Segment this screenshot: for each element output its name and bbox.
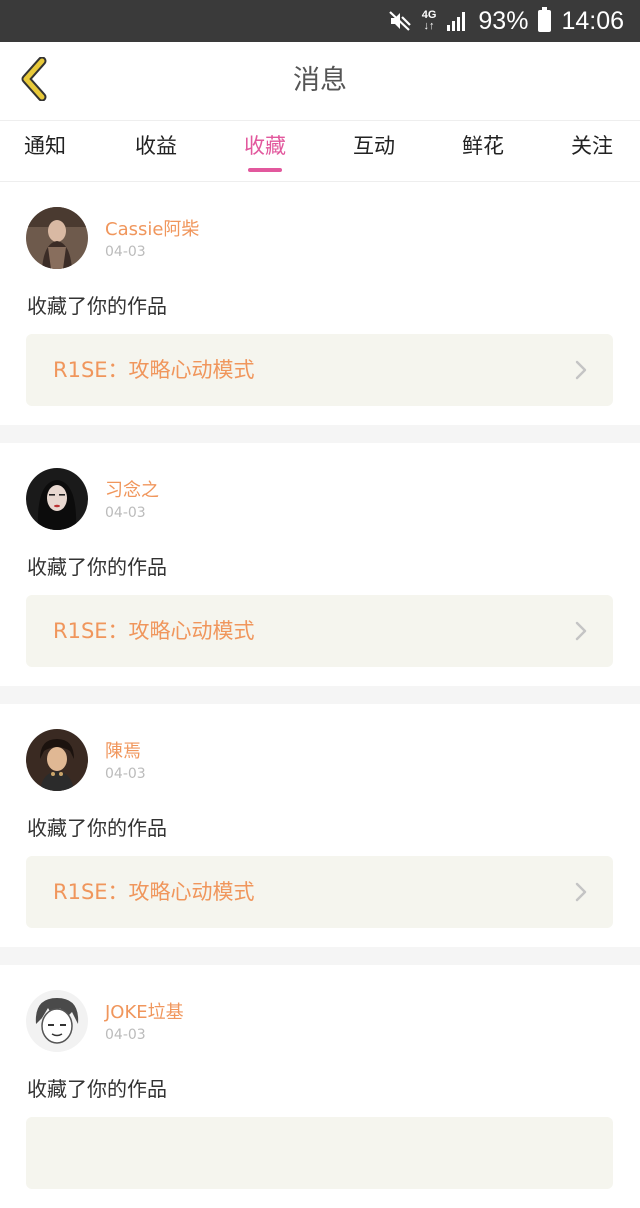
mute-icon (388, 9, 412, 33)
avatar[interactable] (26, 729, 88, 791)
work-title: R1SE：攻略心动模式 (53, 358, 255, 382)
chevron-left-icon (18, 56, 50, 105)
work-title: R1SE：攻略心动模式 (53, 880, 255, 904)
page-title: 消息 (293, 65, 347, 96)
avatar[interactable] (26, 990, 88, 1052)
timestamp: 04-03 (105, 766, 146, 782)
action-text: 收藏了你的作品 (27, 294, 167, 318)
action-text: 收藏了你的作品 (27, 1077, 167, 1101)
work-link-card[interactable]: R1SE：攻略心动模式 (26, 334, 613, 406)
message-list: Cassie阿柴 04-03 收藏了你的作品 R1SE：攻略心动模式 习念之 0… (0, 182, 640, 1208)
work-title: R1SE：攻略心动模式 (53, 619, 255, 643)
timestamp: 04-03 (105, 505, 146, 521)
action-text: 收藏了你的作品 (27, 816, 167, 840)
divider (0, 425, 640, 443)
list-item: Cassie阿柴 04-03 收藏了你的作品 R1SE：攻略心动模式 (0, 182, 640, 425)
tab-label: 鲜花 (462, 134, 504, 158)
timestamp: 04-03 (105, 1027, 146, 1043)
battery-percent: 93% (478, 6, 529, 35)
header: 消息 (0, 42, 640, 121)
username[interactable]: Cassie阿柴 (105, 215, 199, 241)
avatar[interactable] (26, 468, 88, 530)
tab-interactions[interactable]: 互动 (353, 121, 395, 181)
work-link-card[interactable]: R1SE：攻略心动模式 (26, 856, 613, 928)
work-link-card[interactable] (26, 1117, 613, 1189)
list-item: 陳焉 04-03 收藏了你的作品 R1SE：攻略心动模式 (0, 704, 640, 947)
status-bar: 4G ↓↑ 93% 14:06 (0, 0, 640, 42)
clock: 14:06 (561, 6, 624, 35)
chevron-right-icon (575, 360, 587, 380)
timestamp: 04-03 (105, 244, 146, 260)
tab-label: 互动 (353, 134, 395, 158)
divider (0, 686, 640, 704)
action-text: 收藏了你的作品 (27, 555, 167, 579)
tab-flowers[interactable]: 鲜花 (462, 121, 504, 181)
tab-label: 收藏 (244, 134, 286, 158)
tab-label: 关注 (571, 134, 613, 158)
chevron-right-icon (575, 882, 587, 902)
tab-label: 通知 (24, 134, 66, 158)
signal-icon (446, 10, 468, 32)
username[interactable]: JOKE垃基 (105, 998, 184, 1024)
chevron-right-icon (575, 621, 587, 641)
list-item: JOKE垃基 04-03 收藏了你的作品 (0, 965, 640, 1208)
username[interactable]: 陳焉 (105, 737, 141, 763)
back-button[interactable] (12, 56, 56, 106)
battery-icon (538, 7, 552, 32)
tab-notifications[interactable]: 通知 (24, 121, 66, 181)
tab-label: 收益 (135, 134, 177, 158)
tab-bar: 通知 收益 收藏 互动 鲜花 关注 (0, 121, 640, 182)
tab-following[interactable]: 关注 (571, 121, 613, 181)
work-link-card[interactable]: R1SE：攻略心动模式 (26, 595, 613, 667)
list-item: 习念之 04-03 收藏了你的作品 R1SE：攻略心动模式 (0, 443, 640, 686)
divider (0, 947, 640, 965)
username[interactable]: 习念之 (105, 476, 159, 502)
avatar[interactable] (26, 207, 88, 269)
tab-earnings[interactable]: 收益 (135, 121, 177, 181)
active-tab-indicator (248, 168, 282, 172)
tab-favorites[interactable]: 收藏 (244, 121, 286, 181)
network-4g-icon: 4G ↓↑ (421, 9, 437, 32)
